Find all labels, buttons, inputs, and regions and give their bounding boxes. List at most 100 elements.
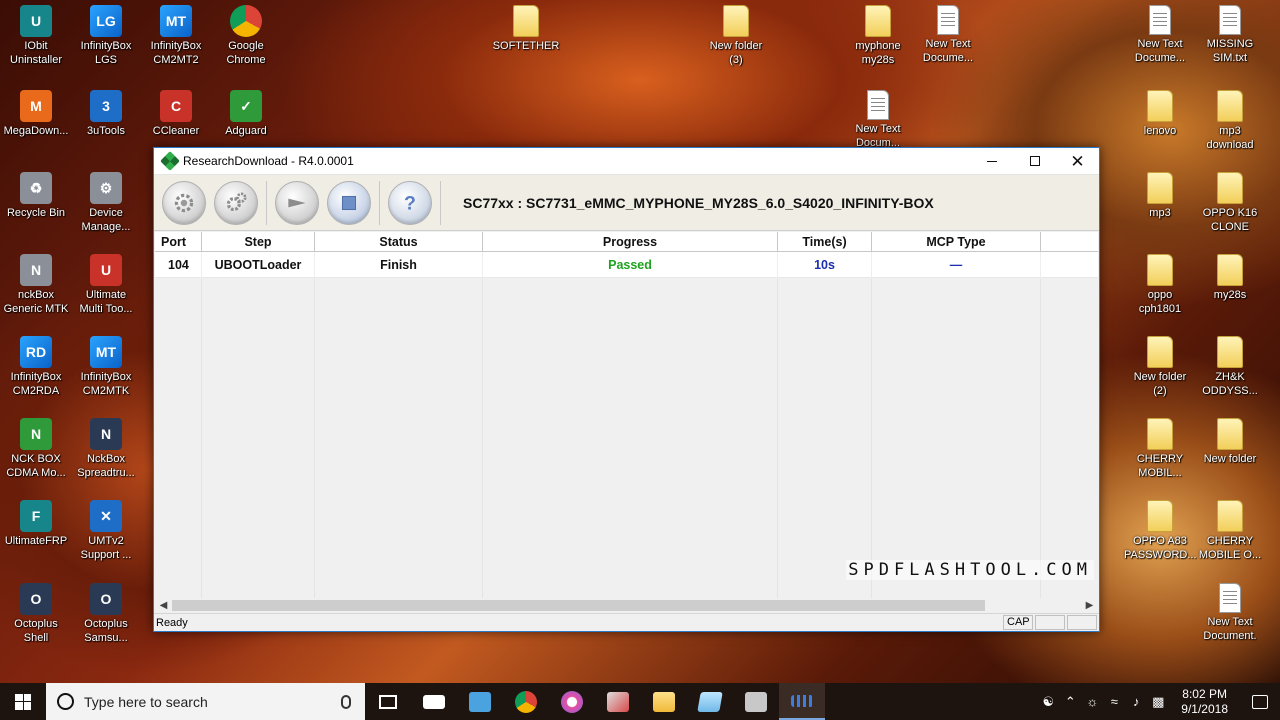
desktop-icon[interactable]: C CCleaner — [140, 90, 212, 138]
microphone-icon[interactable] — [341, 694, 351, 709]
network-icon[interactable]: ☼ — [1081, 694, 1103, 709]
desktop-icon[interactable]: RD InfinityBox CM2RDA — [0, 336, 72, 398]
desktop-icon[interactable]: CHERRY MOBILE O... — [1194, 500, 1266, 562]
column-header-step[interactable]: Step — [202, 232, 315, 251]
desktop-icon[interactable]: U Ultimate Multi Too... — [70, 254, 142, 316]
load-packet-button[interactable] — [162, 180, 206, 225]
desktop-icon[interactable]: M MegaDown... — [0, 90, 72, 138]
taskbar-store[interactable] — [457, 683, 503, 720]
desktop-icon[interactable]: ✓ Adguard — [210, 90, 282, 138]
desktop-icon[interactable]: ♻ Recycle Bin — [0, 172, 72, 220]
minimize-button[interactable] — [970, 148, 1013, 175]
stop-download-button[interactable] — [327, 180, 371, 225]
column-header-time[interactable]: Time(s) — [778, 232, 872, 251]
notepad-icon — [697, 691, 723, 712]
desktop-icon[interactable]: MT InfinityBox CM2MT2 — [140, 5, 212, 67]
desktop-icon[interactable]: New Text Docume... — [912, 5, 984, 65]
clock[interactable]: 8:02 PM 9/1/2018 — [1169, 687, 1240, 717]
keyboard-icon[interactable]: ▩ — [1147, 694, 1169, 710]
scroll-track[interactable] — [172, 598, 1081, 613]
desktop-icon[interactable]: ✕ UMTv2 Support ... — [70, 500, 142, 562]
desktop-icon[interactable]: New Text Docume... — [1124, 5, 1196, 65]
taskbar-chrome[interactable] — [503, 683, 549, 720]
scroll-right-icon[interactable]: ▶ — [1081, 600, 1098, 611]
folder-icon — [1217, 254, 1243, 286]
start-download-button[interactable] — [275, 180, 319, 225]
desktop-icon[interactable]: mp3 — [1124, 172, 1196, 220]
desktop-icon-label: InfinityBox LGS — [80, 40, 132, 66]
folder-icon — [1217, 418, 1243, 450]
column-header-progress[interactable]: Progress — [483, 232, 778, 251]
taskbar-research-download[interactable] — [779, 683, 825, 720]
action-center-button[interactable] — [1240, 694, 1280, 709]
desktop-icon[interactable]: N NCK BOX CDMA Mo... — [0, 418, 72, 480]
desktop-icon[interactable]: myphone my28s — [842, 5, 914, 67]
cell-empty — [1041, 252, 1098, 277]
column-header-port[interactable]: Port — [155, 232, 202, 251]
desktop-icon[interactable]: Google Chrome — [210, 5, 282, 67]
taskbar-notepad[interactable] — [687, 683, 733, 720]
desktop-icon-label: NCK BOX CDMA Mo... — [6, 453, 66, 479]
search-placeholder: Type here to search — [84, 693, 208, 710]
taskbar-itunes[interactable] — [549, 683, 595, 720]
desktop-icon[interactable]: O Octoplus Shell — [0, 583, 72, 645]
title-bar[interactable]: ResearchDownload - R4.0.0001 ✕ — [154, 148, 1099, 175]
desktop-icon-label: InfinityBox CM2MTK — [80, 371, 132, 397]
desktop-icon[interactable]: New folder — [1194, 418, 1266, 466]
desktop-icon[interactable]: New folder (2) — [1124, 336, 1196, 398]
stop-icon — [341, 195, 357, 210]
desktop-icon[interactable]: New folder (3) — [700, 5, 772, 67]
taskbar-paint[interactable] — [595, 683, 641, 720]
desktop-icon[interactable]: O Octoplus Samsu... — [70, 583, 142, 645]
help-button[interactable]: ? — [388, 180, 432, 225]
desktop-icon[interactable]: F UltimateFRP — [0, 500, 72, 548]
horizontal-scrollbar[interactable]: ◀ ▶ — [155, 598, 1098, 613]
column-header-mcp-type[interactable]: MCP Type — [872, 232, 1041, 251]
wifi-icon[interactable]: ≈ — [1103, 694, 1125, 709]
desktop-icon[interactable]: MT InfinityBox CM2MTK — [70, 336, 142, 398]
desktop-icon-label: New Text Docume... — [1134, 38, 1186, 64]
scroll-left-icon[interactable]: ◀ — [155, 600, 172, 611]
desktop-icon[interactable]: oppo cph1801 — [1124, 254, 1196, 316]
desktop-icon[interactable]: my28s — [1194, 254, 1266, 302]
task-view-button[interactable] — [365, 683, 411, 720]
taskbar-device[interactable] — [733, 683, 779, 720]
desktop-icon[interactable]: lenovo — [1124, 90, 1196, 138]
chevron-up-icon[interactable]: ⌃ — [1059, 694, 1081, 710]
desktop-icon[interactable]: 3 3uTools — [70, 90, 142, 138]
desktop-icon[interactable]: MISSING SIM.txt — [1194, 5, 1266, 65]
desktop-icon[interactable]: CHERRY MOBIL... — [1124, 418, 1196, 480]
desktop-icon[interactable]: New Text Docum... — [842, 90, 914, 150]
desktop-icon[interactable]: New Text Document. — [1194, 583, 1266, 643]
store-icon — [469, 691, 491, 712]
desktop-icon[interactable]: SOFTETHER — [490, 5, 562, 53]
cell-port: 104 — [155, 252, 202, 277]
people-icon[interactable]: ☯ — [1037, 694, 1059, 710]
app-icon: N — [20, 254, 52, 286]
desktop-icon-label: NckBox Spreadtru... — [77, 453, 135, 479]
maximize-button[interactable] — [1013, 148, 1056, 175]
desktop-icon[interactable]: LG InfinityBox LGS — [70, 5, 142, 67]
desktop-icon[interactable]: N NckBox Spreadtru... — [70, 418, 142, 480]
desktop-icon[interactable]: OPPO K16 CLONE — [1194, 172, 1266, 234]
volume-icon[interactable]: ♪ — [1125, 694, 1147, 709]
desktop-icon[interactable]: NnckBox Generic MTK — [0, 254, 72, 316]
search-box[interactable]: Type here to search — [46, 683, 365, 720]
settings-button[interactable] — [214, 180, 258, 225]
desktop-icon[interactable]: U IObit Uninstaller — [0, 5, 72, 67]
start-button[interactable] — [0, 683, 46, 720]
minimize-icon — [986, 160, 997, 162]
desktop-icon[interactable]: ⚙ Device Manage... — [70, 172, 142, 234]
app-icon — [230, 5, 262, 37]
scroll-thumb[interactable] — [172, 600, 985, 611]
desktop-icon[interactable]: ZH&K ODDYSS... — [1194, 336, 1266, 398]
taskbar-mail[interactable] — [411, 683, 457, 720]
table-row[interactable]: 104 UBOOTLoader Finish Passed 10s — — [155, 252, 1098, 278]
desktop-icon[interactable]: OPPO A83 PASSWORD... — [1124, 500, 1197, 562]
column-header-status[interactable]: Status — [315, 232, 483, 251]
desktop-icon[interactable]: mp3 download — [1194, 90, 1266, 152]
text-file-icon — [867, 90, 889, 120]
close-button[interactable]: ✕ — [1056, 148, 1099, 175]
close-icon: ✕ — [1070, 151, 1085, 171]
taskbar-file-explorer[interactable] — [641, 683, 687, 720]
